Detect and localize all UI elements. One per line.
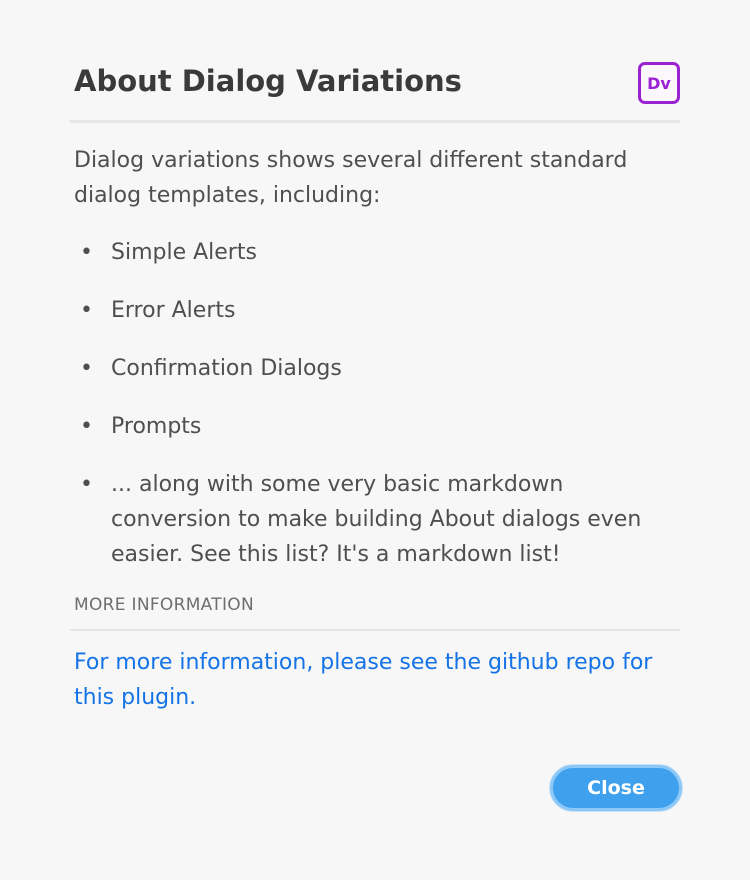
close-button[interactable]: Close — [550, 765, 682, 811]
list-item-text: Simple Alerts — [111, 240, 257, 265]
more-info-heading: MORE INFORMATION — [70, 594, 680, 631]
list-item: • Confirmation Dialogs — [74, 351, 690, 386]
bullet-icon: • — [80, 356, 93, 381]
about-dialog: About Dialog Variations Dv Dialog variat… — [0, 0, 750, 880]
list-item: • ... along with some very basic markdow… — [74, 467, 690, 572]
feature-list: • Simple Alerts • Error Alerts • Confirm… — [74, 235, 690, 572]
intro-text: Dialog variations shows several differen… — [74, 148, 628, 208]
list-item: • Simple Alerts — [74, 235, 690, 270]
dialog-header: About Dialog Variations Dv — [70, 56, 680, 123]
bullet-icon: • — [80, 472, 93, 497]
list-item-text: ... along with some very basic markdown … — [111, 472, 642, 567]
section-heading-label: MORE INFORMATION — [74, 595, 254, 615]
github-repo-link[interactable]: For more information, please see the git… — [74, 645, 684, 715]
bullet-icon: • — [80, 414, 93, 439]
dialog-title: About Dialog Variations — [74, 64, 462, 98]
bullet-icon: • — [80, 240, 93, 265]
dialog-content: Dialog variations shows several differen… — [74, 143, 690, 595]
list-item-text: Error Alerts — [111, 298, 236, 323]
bullet-icon: • — [80, 298, 93, 323]
list-item: • Error Alerts — [74, 293, 690, 328]
app-logo-icon: Dv — [638, 62, 680, 104]
list-item: • Prompts — [74, 409, 690, 444]
list-item-text: Prompts — [111, 414, 202, 439]
list-item-text: Confirmation Dialogs — [111, 356, 342, 381]
